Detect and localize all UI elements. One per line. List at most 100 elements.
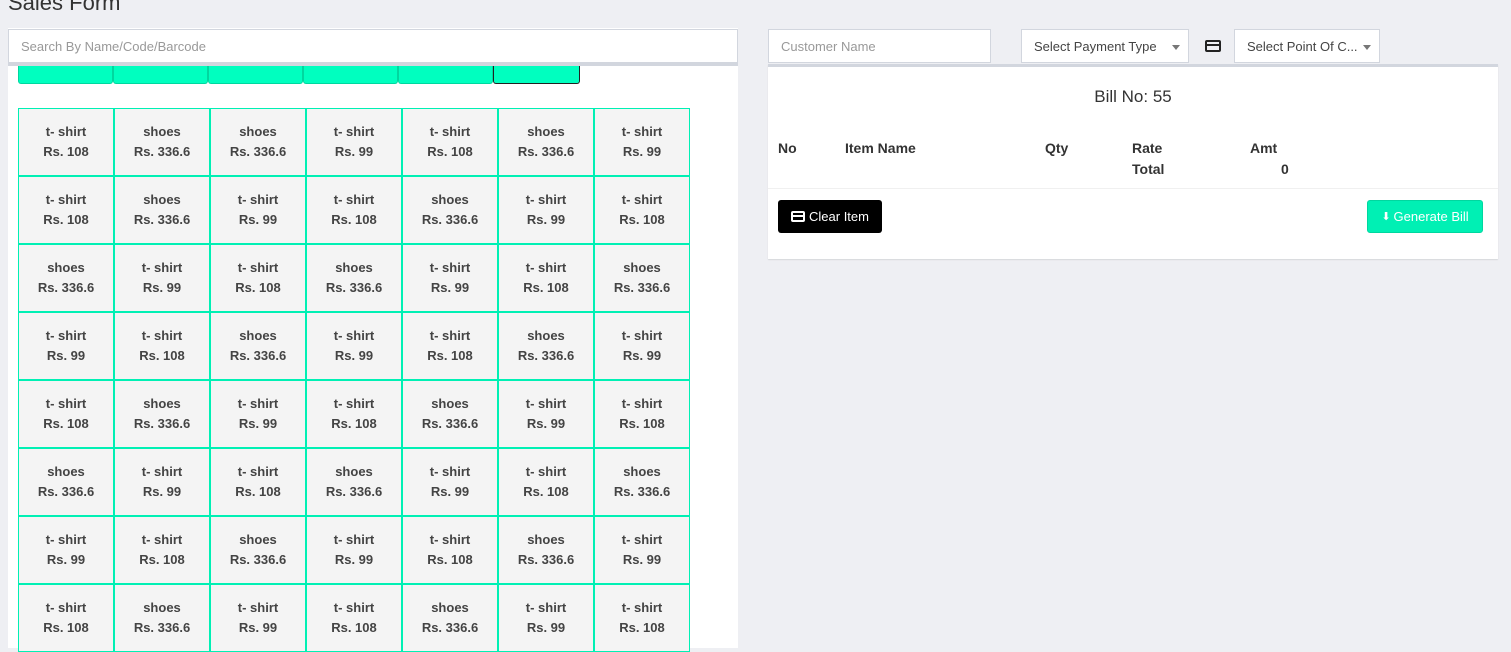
product-name: shoes: [143, 396, 181, 411]
product-tile[interactable]: t- shirt Rs. 108: [594, 584, 690, 652]
column-header-qty: Qty: [1045, 140, 1069, 156]
product-name: t- shirt: [429, 464, 471, 479]
search-input[interactable]: [8, 29, 738, 63]
product-tile[interactable]: t- shirt Rs. 99: [498, 176, 594, 244]
product-tile[interactable]: shoes Rs. 336.6: [114, 380, 210, 448]
product-tile[interactable]: shoes Rs. 336.6: [306, 448, 402, 516]
product-tile[interactable]: shoes Rs. 336.6: [114, 108, 210, 176]
column-header-rate: Rate: [1132, 140, 1163, 156]
clear-item-button[interactable]: Clear Item: [778, 200, 882, 233]
product-tile[interactable]: t- shirt Rs. 99: [306, 516, 402, 584]
product-name: t- shirt: [525, 464, 567, 479]
payment-type-select[interactable]: Select Payment Type: [1021, 29, 1189, 63]
product-tile[interactable]: t- shirt Rs. 99: [18, 312, 114, 380]
product-tile[interactable]: shoes Rs. 336.6: [594, 448, 690, 516]
product-tile[interactable]: t- shirt Rs. 108: [210, 244, 306, 312]
product-tile[interactable]: t- shirt Rs. 99: [402, 448, 498, 516]
product-tile[interactable]: shoes Rs. 336.6: [498, 108, 594, 176]
product-price: Rs. 108: [139, 348, 185, 363]
product-price: Rs. 108: [43, 416, 89, 431]
product-tile[interactable]: t- shirt Rs. 99: [594, 108, 690, 176]
product-tile[interactable]: shoes Rs. 336.6: [210, 312, 306, 380]
product-tile[interactable]: shoes Rs. 336.6: [18, 448, 114, 516]
product-tile[interactable]: t- shirt Rs. 99: [114, 448, 210, 516]
product-tile[interactable]: t- shirt Rs. 99: [210, 584, 306, 652]
product-name: shoes: [335, 260, 373, 275]
product-panel: t- shirt Rs. 108 shoes Rs. 336.6 shoes Rs. 33…: [8, 28, 738, 652]
credit-card-icon: [1205, 40, 1221, 52]
product-name: shoes: [431, 192, 469, 207]
product-tile[interactable]: t- shirt Rs. 99: [18, 516, 114, 584]
customer-name-input[interactable]: [768, 29, 991, 63]
product-name: t- shirt: [45, 532, 87, 547]
product-tile[interactable]: t- shirt Rs. 108: [402, 312, 498, 380]
product-tile[interactable]: t- shirt Rs. 99: [498, 380, 594, 448]
product-price: Rs. 336.6: [613, 484, 671, 499]
product-tile[interactable]: t- shirt Rs. 108: [594, 380, 690, 448]
product-name: t- shirt: [45, 192, 87, 207]
product-name: t- shirt: [429, 260, 471, 275]
product-tile[interactable]: shoes Rs. 336.6: [210, 108, 306, 176]
product-price: Rs. 108: [331, 416, 377, 431]
product-tile[interactable]: t- shirt Rs. 99: [306, 108, 402, 176]
product-name: shoes: [335, 464, 373, 479]
point-of-sale-select[interactable]: Select Point Of C...: [1234, 29, 1380, 63]
category-button[interactable]: [18, 66, 113, 84]
product-tile[interactable]: shoes Rs. 336.6: [306, 244, 402, 312]
product-tile[interactable]: t- shirt Rs. 108: [18, 176, 114, 244]
product-tile[interactable]: t- shirt Rs. 108: [114, 312, 210, 380]
product-tile[interactable]: t- shirt Rs. 99: [114, 244, 210, 312]
product-tile[interactable]: t- shirt Rs. 99: [210, 176, 306, 244]
category-button-active[interactable]: [493, 66, 580, 84]
product-price: Rs. 336.6: [613, 280, 671, 295]
product-tile[interactable]: t- shirt Rs. 99: [498, 584, 594, 652]
product-price: Rs. 99: [430, 484, 470, 499]
product-tile[interactable]: t- shirt Rs. 108: [402, 516, 498, 584]
product-tile[interactable]: t- shirt Rs. 108: [210, 448, 306, 516]
product-tile[interactable]: shoes Rs. 336.6: [594, 244, 690, 312]
product-tile[interactable]: t- shirt Rs. 99: [306, 312, 402, 380]
product-tile[interactable]: shoes Rs. 336.6: [114, 176, 210, 244]
product-tile[interactable]: t- shirt Rs. 108: [18, 108, 114, 176]
category-button[interactable]: [303, 66, 398, 84]
product-tile[interactable]: t- shirt Rs. 108: [594, 176, 690, 244]
product-price: Rs. 108: [331, 212, 377, 227]
product-name: t- shirt: [621, 600, 663, 615]
product-name: t- shirt: [141, 260, 183, 275]
product-tile[interactable]: t- shirt Rs. 99: [402, 244, 498, 312]
product-price: Rs. 108: [331, 620, 377, 635]
product-price: Rs. 336.6: [133, 212, 191, 227]
product-tile[interactable]: t- shirt Rs. 108: [306, 584, 402, 652]
product-price: Rs. 108: [427, 144, 473, 159]
product-name: shoes: [47, 260, 85, 275]
product-name: t- shirt: [237, 260, 279, 275]
generate-bill-button[interactable]: ⬇ Generate Bill: [1367, 200, 1483, 233]
product-tile[interactable]: shoes Rs. 336.6: [18, 244, 114, 312]
product-tile[interactable]: shoes Rs. 336.6: [498, 312, 594, 380]
product-tile[interactable]: t- shirt Rs. 108: [18, 584, 114, 652]
product-tile[interactable]: t- shirt Rs. 108: [306, 176, 402, 244]
category-button[interactable]: [208, 66, 303, 84]
product-price: Rs. 108: [235, 484, 281, 499]
product-tile[interactable]: t- shirt Rs. 108: [18, 380, 114, 448]
divider: [768, 188, 1498, 189]
product-tile[interactable]: t- shirt Rs. 99: [594, 312, 690, 380]
product-price: Rs. 336.6: [133, 144, 191, 159]
product-tile[interactable]: shoes Rs. 336.6: [402, 584, 498, 652]
category-button[interactable]: [398, 66, 493, 84]
category-button[interactable]: [113, 66, 208, 84]
product-tile[interactable]: t- shirt Rs. 108: [306, 380, 402, 448]
product-tile[interactable]: t- shirt Rs. 108: [498, 448, 594, 516]
product-tile[interactable]: t- shirt Rs. 108: [402, 108, 498, 176]
product-tile[interactable]: shoes Rs. 336.6: [402, 380, 498, 448]
product-tile[interactable]: t- shirt Rs. 108: [498, 244, 594, 312]
product-tile[interactable]: t- shirt Rs. 99: [594, 516, 690, 584]
product-tile[interactable]: shoes Rs. 336.6: [114, 584, 210, 652]
product-tile[interactable]: shoes Rs. 336.6: [498, 516, 594, 584]
product-name: t- shirt: [237, 464, 279, 479]
bill-panel: Bill No: 55 No Item Name Qty Rate Amt To…: [768, 64, 1498, 259]
product-tile[interactable]: shoes Rs. 336.6: [210, 516, 306, 584]
product-tile[interactable]: t- shirt Rs. 108: [114, 516, 210, 584]
product-tile[interactable]: shoes Rs. 336.6: [402, 176, 498, 244]
product-tile[interactable]: t- shirt Rs. 99: [210, 380, 306, 448]
